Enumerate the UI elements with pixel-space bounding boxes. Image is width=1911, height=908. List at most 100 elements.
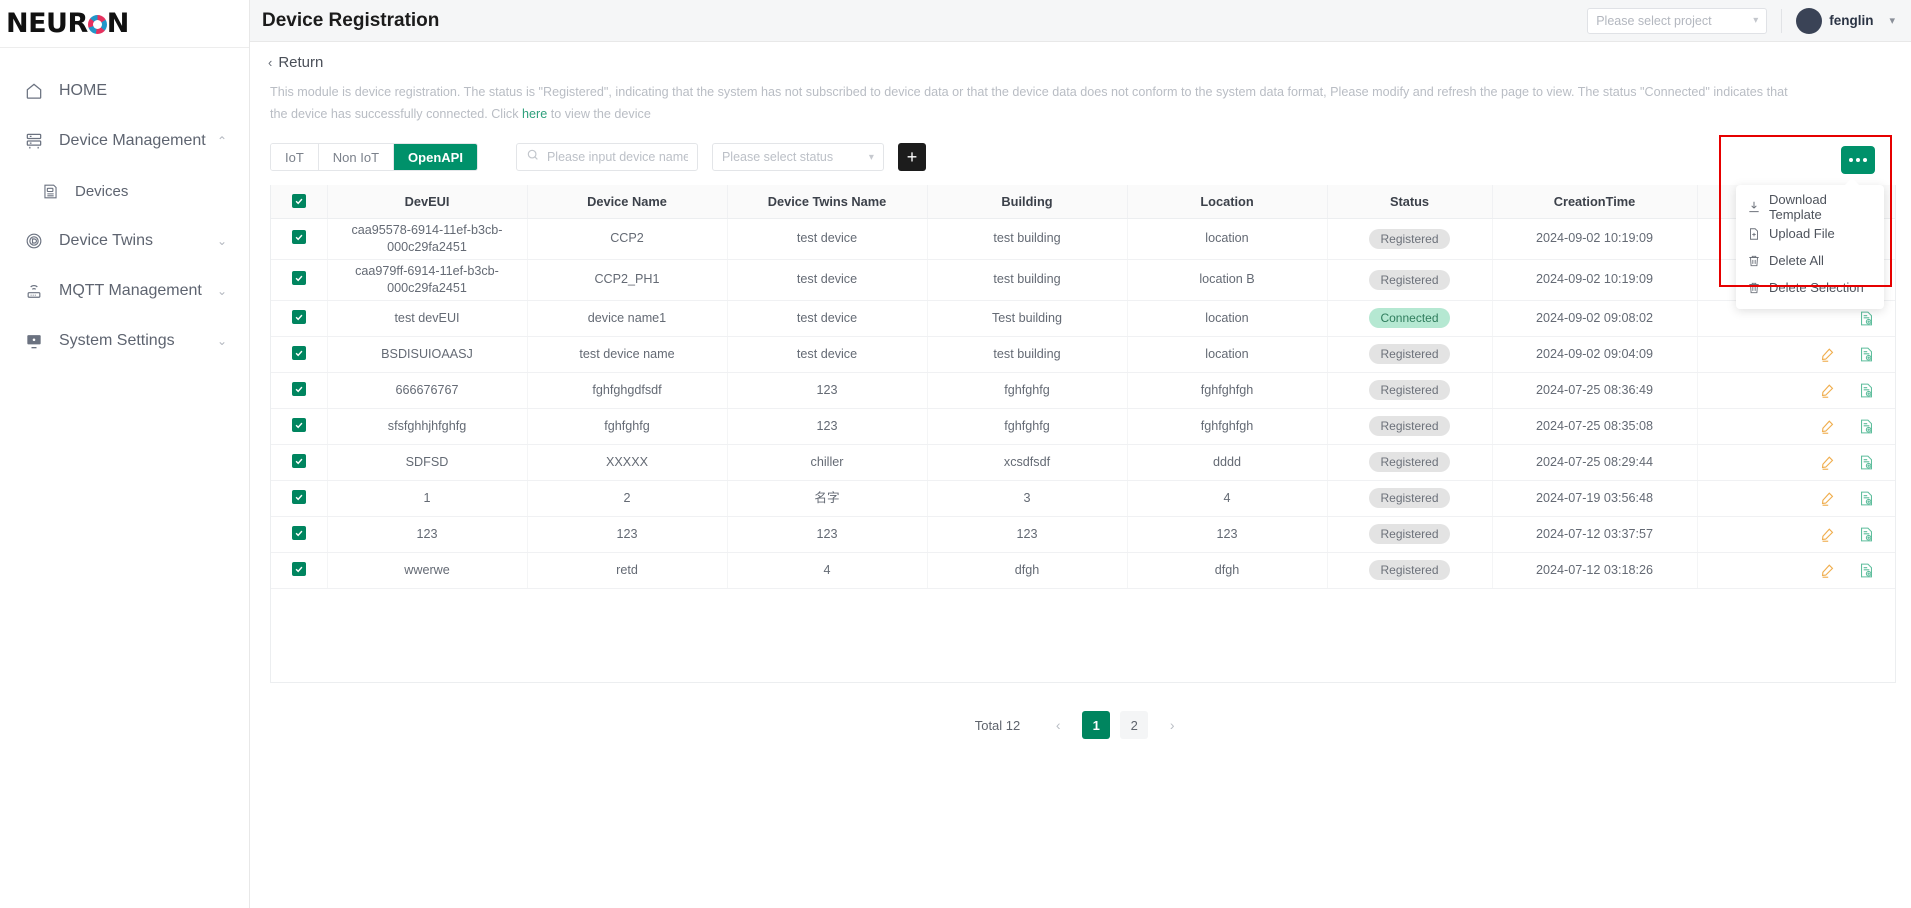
select-all-checkbox[interactable] (291, 193, 306, 208)
chevron-left-icon: ‹ (268, 55, 273, 70)
chevron-down-icon[interactable]: ⌄ (211, 284, 233, 298)
cell-status: Registered (1327, 552, 1493, 589)
view-detail-icon[interactable] (1858, 346, 1875, 363)
cell-device-name: 2 (527, 480, 728, 517)
sidebar: NEUR N HOME Device Management ⌃ Devices … (0, 0, 250, 908)
cell-creation-time: 2024-07-12 03:37:57 (1492, 516, 1698, 553)
row-checkbox[interactable] (291, 271, 306, 285)
table-row: caa95578-6914-11ef-b3cb-000c29fa2451 CCP2… (271, 218, 1895, 260)
project-select[interactable]: Please select project ▾ (1587, 7, 1768, 34)
next-page-button[interactable]: › (1158, 711, 1186, 739)
tab-iot[interactable]: IoT (271, 144, 319, 170)
return-button[interactable]: ‹ Return (262, 42, 1899, 71)
cell-creation-time: 2024-07-25 08:29:44 (1492, 444, 1698, 481)
cell-deveui: 123 (327, 516, 528, 553)
edit-icon[interactable] (1819, 418, 1836, 435)
sidebar-item-label: Device Management (59, 132, 206, 149)
row-checkbox[interactable] (291, 381, 306, 396)
trash-icon (1747, 254, 1761, 268)
cell-building: fghfghfg (927, 372, 1128, 409)
cell-location: location B (1127, 259, 1328, 301)
sidebar-item-mqtt-management[interactable]: MQTT Management ⌄ (0, 266, 249, 316)
status-select[interactable]: Please select status ▾ (711, 143, 884, 171)
cell-actions (1697, 444, 1895, 481)
add-device-button[interactable]: + (897, 143, 926, 171)
column-header-location: Location (1127, 185, 1328, 219)
edit-icon[interactable] (1819, 526, 1836, 543)
row-checkbox[interactable] (291, 417, 306, 432)
cell-actions (1697, 408, 1895, 445)
tab-non-iot[interactable]: Non IoT (318, 144, 395, 170)
row-checkbox[interactable] (291, 345, 306, 360)
row-checkbox[interactable] (291, 561, 306, 576)
trash-icon (1747, 281, 1761, 295)
view-detail-icon[interactable] (1858, 490, 1875, 507)
prev-page-button[interactable]: ‹ (1044, 711, 1072, 739)
project-select-value: Please select project (1596, 13, 1712, 28)
sidebar-item-devices[interactable]: Devices (0, 166, 249, 216)
row-checkbox[interactable] (291, 489, 306, 504)
more-actions-button[interactable] (1841, 146, 1875, 174)
view-detail-icon[interactable] (1858, 526, 1875, 543)
download-icon (1747, 200, 1761, 214)
edit-icon[interactable] (1819, 562, 1836, 579)
search-icon (526, 148, 540, 167)
cell-creation-time: 2024-09-02 09:04:09 (1492, 336, 1698, 373)
sidebar-item-home[interactable]: HOME (0, 66, 249, 116)
cell-creation-time: 2024-07-25 08:35:08 (1492, 408, 1698, 445)
more-actions-menu: Download Template Upload File Delete All… (1736, 185, 1884, 309)
edit-icon[interactable] (1819, 382, 1836, 399)
row-select-cell (271, 516, 328, 553)
tab-openapi[interactable]: OpenAPI (394, 144, 477, 170)
menu-item-upload-file[interactable]: Upload File (1736, 220, 1884, 247)
row-checkbox[interactable] (291, 453, 306, 468)
view-detail-icon[interactable] (1858, 562, 1875, 579)
chevron-down-icon[interactable]: ⌄ (211, 334, 233, 348)
row-checkbox[interactable] (291, 309, 306, 324)
here-link[interactable]: here (522, 107, 547, 121)
cell-device-twins-name: test device (727, 259, 928, 301)
monitor-icon (22, 329, 46, 353)
cell-creation-time: 2024-07-19 03:56:48 (1492, 480, 1698, 517)
user-menu[interactable]: fenglin ▾ (1796, 7, 1895, 34)
view-detail-icon[interactable] (1858, 382, 1875, 399)
sidebar-item-system-settings[interactable]: System Settings ⌄ (0, 316, 249, 366)
dot-icon (1849, 158, 1853, 162)
view-detail-icon[interactable] (1858, 310, 1875, 327)
search-box[interactable] (515, 143, 698, 171)
cell-status: Registered (1327, 516, 1493, 553)
view-detail-icon[interactable] (1858, 454, 1875, 471)
edit-icon[interactable] (1819, 454, 1836, 471)
search-input[interactable] (546, 150, 688, 164)
cell-building: test building (927, 259, 1128, 301)
page-button-2[interactable]: 2 (1120, 711, 1149, 739)
cell-status: Registered (1327, 408, 1493, 445)
edit-icon[interactable] (1819, 490, 1836, 507)
cell-status: Registered (1327, 444, 1493, 481)
row-select-cell (271, 444, 328, 481)
menu-item-delete-selection[interactable]: Delete Selection (1736, 274, 1884, 301)
cell-deveui: wwerwe (327, 552, 528, 589)
row-checkbox[interactable] (291, 230, 306, 244)
sidebar-item-device-management[interactable]: Device Management ⌃ (0, 116, 249, 166)
table-header-row: DevEUI Device Name Device Twins Name Bui… (271, 185, 1895, 219)
main-area: Device Registration Please select projec… (250, 0, 1911, 908)
view-detail-icon[interactable] (1858, 418, 1875, 435)
chevron-up-icon[interactable]: ⌃ (211, 134, 233, 148)
brand-logo[interactable]: NEUR N (0, 0, 249, 48)
sidebar-item-device-twins[interactable]: Device Twins ⌄ (0, 216, 249, 266)
column-header-device-name: Device Name (527, 185, 728, 219)
row-checkbox[interactable] (291, 525, 306, 540)
page-button-1[interactable]: 1 (1082, 711, 1111, 739)
menu-item-download-template[interactable]: Download Template (1736, 192, 1884, 222)
content-area: ‹ Return This module is device registrat… (250, 42, 1911, 908)
chevron-down-icon[interactable]: ⌄ (211, 234, 233, 248)
cell-creation-time: 2024-07-12 03:18:26 (1492, 552, 1698, 589)
menu-item-label: Upload File (1769, 226, 1835, 241)
cell-creation-time: 2024-09-02 10:19:09 (1492, 259, 1698, 301)
menu-item-delete-all[interactable]: Delete All (1736, 247, 1884, 274)
status-badge: Registered (1369, 416, 1450, 436)
status-badge: Registered (1369, 560, 1450, 580)
edit-icon[interactable] (1819, 346, 1836, 363)
cell-deveui: 666676767 (327, 372, 528, 409)
